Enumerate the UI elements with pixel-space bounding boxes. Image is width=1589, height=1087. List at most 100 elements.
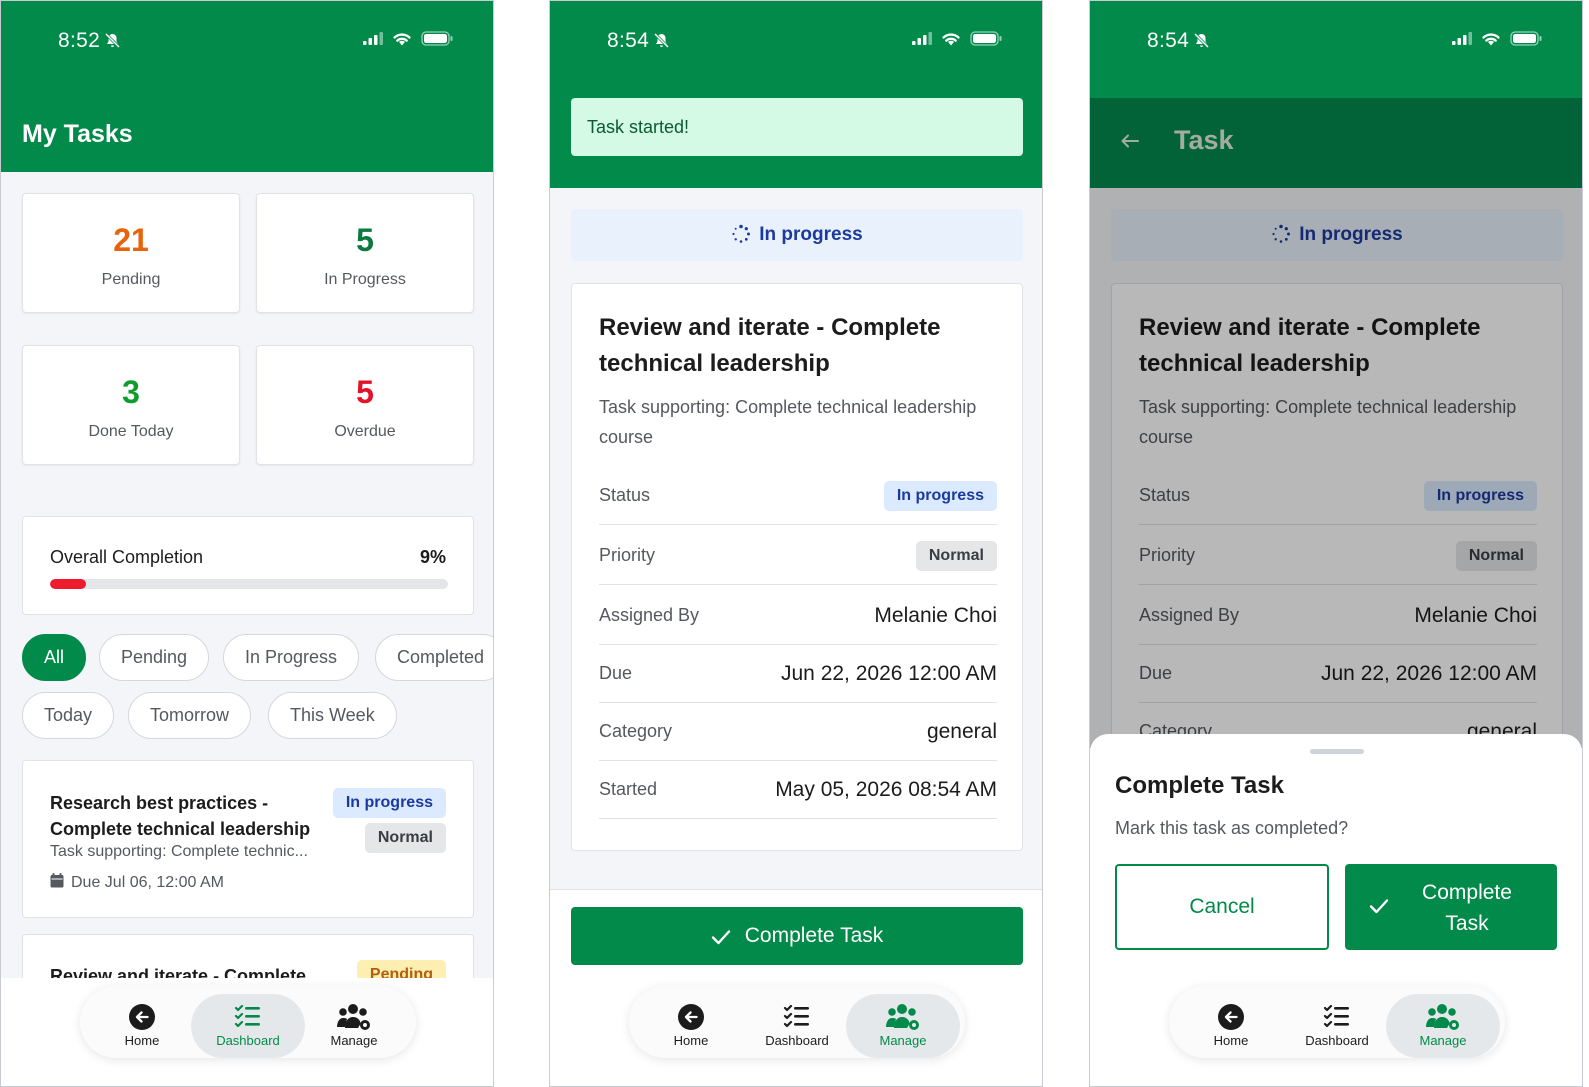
sheet-title: Complete Task	[1115, 772, 1284, 799]
battery-icon	[970, 31, 1002, 51]
nav-home[interactable]: Home	[634, 994, 748, 1058]
priority-badge: Normal	[364, 823, 446, 853]
status-bar: 8:52	[1, 1, 493, 98]
stat-card-overdue[interactable]: 5 Overdue	[256, 345, 474, 465]
field-label: Started	[599, 779, 658, 799]
field-label: Category	[599, 721, 673, 741]
nav-manage-label: Manage	[330, 1033, 378, 1048]
nav-dashboard-label: Dashboard	[216, 1033, 280, 1048]
spinner-icon	[732, 224, 751, 243]
filter-chip-in-progress[interactable]: In Progress	[223, 634, 360, 681]
screen-my-tasks: 8:52 My Tasks 21 Pending 5 In Progress 3…	[0, 0, 494, 1087]
filter-chip-this-week[interactable]: This Week	[268, 692, 397, 739]
filter-chip-all[interactable]: All	[22, 634, 87, 681]
filter-chip-tomorrow[interactable]: Tomorrow	[128, 692, 252, 739]
task-description: Task supporting: Complete technical lead…	[599, 397, 977, 447]
stat-label: Overdue	[334, 423, 396, 440]
filter-chip-completed[interactable]: Completed	[375, 634, 493, 681]
sheet-message: Mark this task as completed?	[1115, 818, 1349, 838]
manage-icon	[1426, 1004, 1459, 1030]
page-title: My Tasks	[22, 120, 133, 148]
stat-card-done-today[interactable]: 3 Done Today	[22, 345, 240, 465]
wifi-icon	[941, 31, 961, 51]
modal-backdrop[interactable]	[1090, 188, 1582, 748]
field-value: Melanie Choi	[874, 604, 997, 627]
nav-manage[interactable]: Manage	[297, 994, 411, 1058]
home-icon	[678, 1004, 704, 1030]
toast-message: Task started!	[571, 98, 1023, 156]
signal-icon	[1452, 32, 1472, 50]
field-value: general	[926, 720, 997, 743]
bottom-nav: Home Dashboard Manage	[80, 986, 416, 1058]
stat-value: 3	[122, 374, 140, 410]
nav-manage[interactable]: Manage	[1386, 994, 1500, 1058]
priority-badge: Normal	[915, 541, 997, 571]
completion-progress-bar	[50, 579, 448, 589]
screen-task-detail: 8:54 Task started! In progress Review an…	[549, 0, 1043, 1087]
nav-home-label: Home	[1213, 1033, 1249, 1048]
status-bar: 8:54	[1090, 1, 1582, 98]
filter-chip-pending[interactable]: Pending	[99, 634, 210, 681]
signal-icon	[363, 32, 383, 50]
status-banner: In progress	[571, 209, 1023, 261]
complete-task-label: Complete Task	[744, 924, 884, 947]
cancel-button[interactable]: Cancel	[1115, 864, 1329, 950]
status-banner-label: In progress	[759, 224, 863, 245]
field-value: Jun 22, 2026 12:00 AM	[781, 662, 997, 685]
calendar-icon	[50, 873, 64, 893]
app-bar: My Tasks	[1, 98, 493, 172]
nav-dashboard[interactable]: Dashboard	[740, 994, 854, 1058]
field-due: Due Jun 22, 2026 12:00 AM	[599, 645, 997, 703]
dashboard-icon	[1323, 1004, 1349, 1028]
nav-home[interactable]: Home	[1174, 994, 1288, 1058]
nav-dashboard[interactable]: Dashboard	[191, 994, 305, 1058]
home-icon	[1218, 1004, 1244, 1030]
field-assigned-by: Assigned By Melanie Choi	[599, 587, 997, 645]
stat-card-pending[interactable]: 21 Pending	[22, 193, 240, 313]
completion-percent: 9%	[419, 547, 446, 567]
confirm-complete-button[interactable]: Complete Task	[1345, 864, 1557, 950]
nav-dashboard[interactable]: Dashboard	[1280, 994, 1394, 1058]
nav-manage-label: Manage	[1419, 1033, 1467, 1048]
screen-complete-dialog: 8:54 Task In progress Review and iterate…	[1089, 0, 1583, 1087]
manage-icon	[886, 1004, 919, 1030]
check-icon	[711, 930, 730, 945]
sheet-drag-handle[interactable]	[1310, 749, 1364, 754]
complete-task-button[interactable]: Complete Task	[571, 907, 1023, 965]
nav-home-label: Home	[673, 1033, 709, 1048]
field-label: Assigned By	[599, 605, 700, 625]
field-priority: Priority Normal	[599, 527, 997, 585]
status-bar: 8:54	[550, 1, 1042, 98]
field-value: May 05, 2026 08:54 AM	[775, 778, 997, 801]
stat-label: Done Today	[88, 423, 174, 440]
status-badge: In progress	[883, 481, 997, 511]
back-button[interactable]	[1120, 133, 1140, 154]
page-title: Task	[1174, 125, 1234, 155]
task-card[interactable]: Research best practices - Complete techn…	[22, 760, 474, 918]
check-icon	[1369, 899, 1389, 914]
stat-value: 21	[113, 222, 149, 258]
stat-card-in-progress[interactable]: 5 In Progress	[256, 193, 474, 313]
overall-completion-card: Overall Completion 9%	[22, 516, 474, 615]
filter-chip-today[interactable]: Today	[22, 692, 115, 739]
nav-home[interactable]: Home	[85, 994, 199, 1058]
confirm-complete-label: Complete Task	[1422, 881, 1512, 935]
stat-label: Pending	[101, 271, 161, 288]
bottom-nav: Home Dashboard Manage	[629, 986, 965, 1058]
dashboard-icon	[783, 1004, 809, 1028]
field-category: Category general	[599, 703, 997, 761]
task-subtitle: Task supporting: Complete technic...	[50, 843, 308, 860]
status-badge: In progress	[332, 788, 446, 818]
nav-home-label: Home	[124, 1033, 160, 1048]
bell-slash-icon	[104, 31, 121, 55]
bell-slash-icon	[653, 31, 670, 55]
dashboard-icon	[234, 1004, 260, 1028]
task-due: Due Jul 06, 12:00 AM	[71, 874, 224, 891]
stat-value: 5	[356, 222, 374, 258]
manage-icon	[337, 1004, 370, 1030]
app-bar: Task	[1090, 98, 1582, 188]
field-label: Priority	[599, 545, 656, 565]
field-started: Started May 05, 2026 08:54 AM	[599, 761, 997, 819]
nav-manage-label: Manage	[879, 1033, 927, 1048]
nav-manage[interactable]: Manage	[846, 994, 960, 1058]
